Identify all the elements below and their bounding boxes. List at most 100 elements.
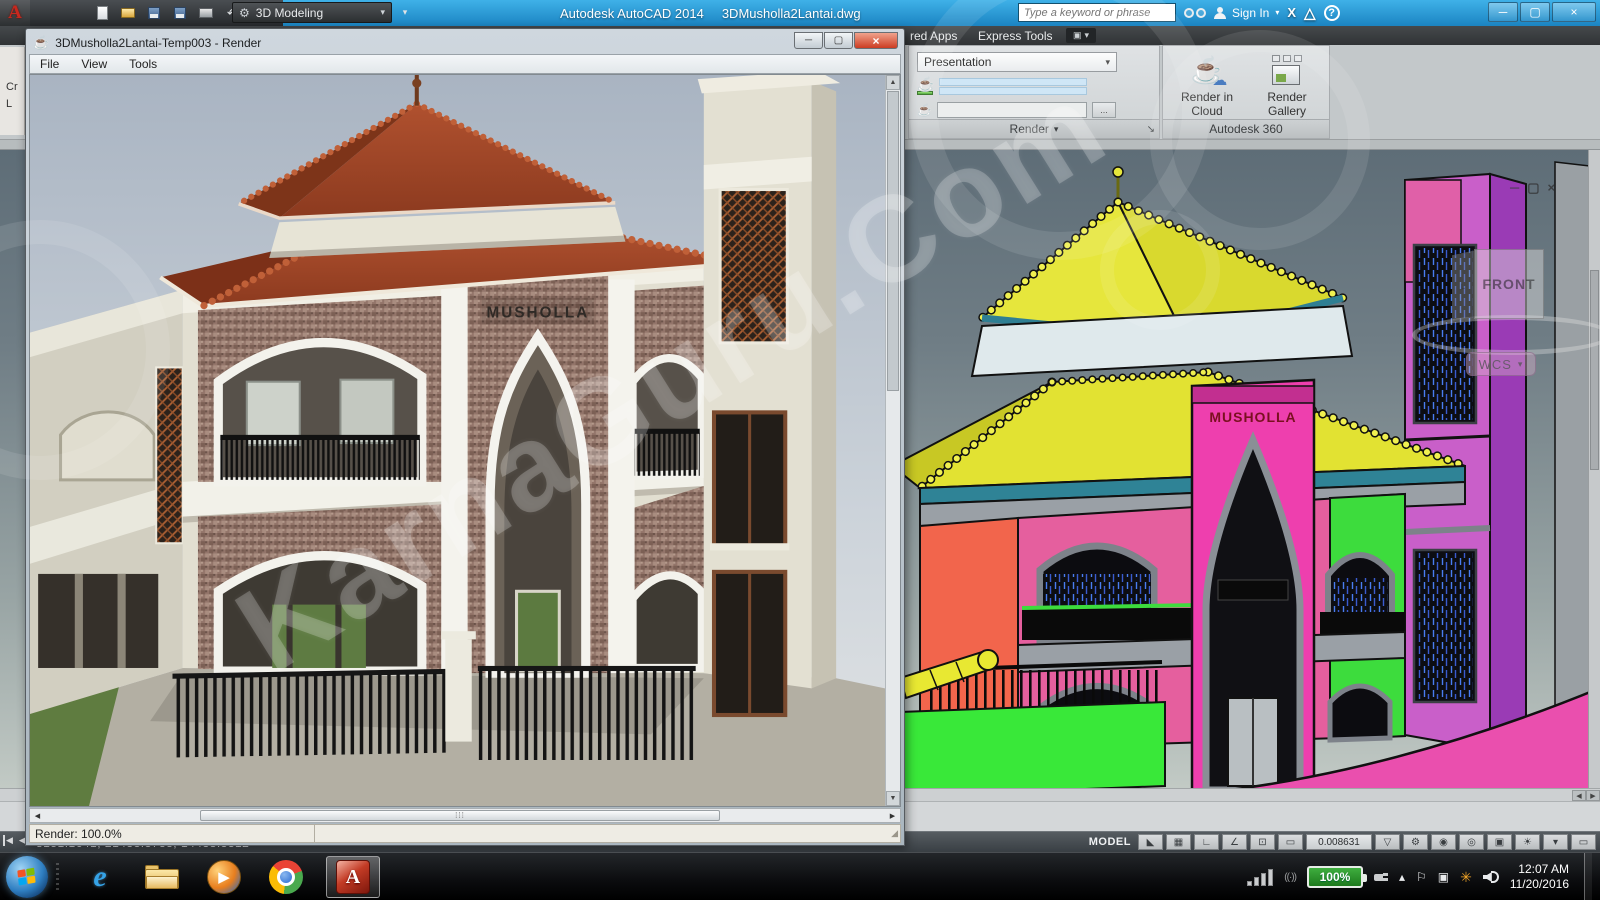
render-vertical-scrollbar[interactable]: ▲ ▼ xyxy=(885,75,900,806)
render-horizontal-scrollbar[interactable]: ◀ ⁞⁞⁞ ▶ xyxy=(29,808,901,823)
render-window[interactable]: ☕ 3DMusholla2Lantai-Temp003 - Render ─ ▢… xyxy=(25,28,905,846)
model-space-button[interactable]: MODEL xyxy=(1089,836,1131,848)
internet-explorer-button[interactable]: e xyxy=(78,856,122,898)
render-right-tower xyxy=(698,75,841,715)
drawing-vertical-scrollbar[interactable] xyxy=(1588,150,1600,788)
autodesk-360-icon[interactable]: △ xyxy=(1304,4,1316,22)
start-button[interactable] xyxy=(6,856,48,898)
render-in-cloud-button[interactable]: ☕☁ Render in Cloud xyxy=(1169,50,1245,120)
render-output-field[interactable] xyxy=(937,102,1087,118)
rv-thumb[interactable] xyxy=(887,91,899,391)
panel-launcher-icon[interactable]: ↘ xyxy=(1147,124,1155,135)
tray-window-icon[interactable]: ▣ xyxy=(1438,870,1449,884)
tab-express-tools[interactable]: Express Tools xyxy=(970,26,1060,45)
render-in-cloud-label: Render in Cloud xyxy=(1172,90,1242,118)
volume-icon[interactable] xyxy=(1483,870,1499,884)
autocad-taskbar-button-active[interactable]: A xyxy=(326,856,380,898)
statusbar-menu-button[interactable]: ▾ xyxy=(1543,834,1568,850)
rh-left-arrow[interactable]: ◀ xyxy=(30,810,45,821)
resize-grip-icon[interactable]: ◢ xyxy=(891,828,900,839)
hardware-accel-button[interactable]: ▣ xyxy=(1487,834,1512,850)
workspace-switching-button[interactable]: ⚙ xyxy=(1403,834,1428,850)
file-explorer-button[interactable] xyxy=(140,856,184,898)
isolate-objects-button[interactable]: ◎ xyxy=(1459,834,1484,850)
drawing-minimize-button[interactable]: ─ xyxy=(1510,180,1519,196)
drawing-restore-button[interactable]: ▢ xyxy=(1527,180,1539,196)
osnap-toggle[interactable]: ⊡ xyxy=(1250,834,1275,850)
viewcube-front-face[interactable]: FRONT xyxy=(1474,249,1544,319)
render-window-titlebar[interactable]: ☕ 3DMusholla2Lantai-Temp003 - Render xyxy=(29,31,901,54)
help-icon[interactable]: ? xyxy=(1324,5,1340,21)
workspace-dropdown[interactable]: ⚙ 3D Modeling ▾ xyxy=(232,2,392,23)
show-hidden-icons-button[interactable]: ▴ xyxy=(1399,870,1405,884)
rv-up-arrow[interactable]: ▲ xyxy=(886,75,900,90)
annotation-monitor-toggle[interactable]: ▭ xyxy=(1278,834,1303,850)
new-file-button[interactable] xyxy=(92,4,112,22)
layout-tab-nav[interactable]: ◀ ◀ xyxy=(3,835,26,846)
render-window-controls: ─ ▢ × xyxy=(794,32,898,49)
drawing-close-button[interactable]: × xyxy=(1548,180,1556,196)
chrome-button[interactable] xyxy=(264,856,308,898)
cleanscreen-button[interactable]: ▭ xyxy=(1571,834,1596,850)
render-gallery-button[interactable]: Render Gallery xyxy=(1249,50,1325,120)
lock-ui-button[interactable]: ◉ xyxy=(1431,834,1456,850)
save-as-button[interactable] xyxy=(170,4,190,22)
plot-button[interactable] xyxy=(196,4,216,22)
tray-update-icon[interactable]: ✳ xyxy=(1460,869,1472,886)
browse-button[interactable]: ... xyxy=(1092,102,1116,118)
viewcube-left-face[interactable]: L xyxy=(1452,251,1474,322)
first-tab-icon[interactable]: ◀ xyxy=(3,835,13,846)
annotation-scale-value[interactable]: 0.008631 xyxy=(1306,834,1372,850)
rh-thumb[interactable]: ⁞⁞⁞ xyxy=(200,810,720,821)
cad-building-sign: MUSHOLLA xyxy=(1209,409,1296,425)
grid-toggle[interactable]: ▦ xyxy=(1166,834,1191,850)
wireless-icon[interactable]: ((·)) xyxy=(1284,872,1296,883)
snap-toggle[interactable]: ◣ xyxy=(1138,834,1163,850)
clock[interactable]: 12:07 AM 11/20/2016 xyxy=(1510,862,1573,892)
autocad-logo-icon: A xyxy=(8,2,22,24)
exchange-apps-icon[interactable]: X xyxy=(1287,5,1296,20)
media-player-button[interactable]: ▶ xyxy=(202,856,246,898)
rh-right-arrow[interactable]: ▶ xyxy=(885,810,900,821)
menu-view[interactable]: View xyxy=(71,55,117,73)
autocad-app-menu-button[interactable]: A xyxy=(0,0,30,26)
network-signal-icon[interactable] xyxy=(1247,868,1273,886)
render-preset-dropdown[interactable]: Presentation ▾ xyxy=(917,52,1117,72)
drawing-vscroll-thumb[interactable] xyxy=(1590,270,1599,470)
battery-indicator[interactable]: 100% xyxy=(1307,866,1363,888)
rv-down-arrow[interactable]: ▼ xyxy=(886,791,900,806)
render-maximize-button[interactable]: ▢ xyxy=(824,32,853,49)
hscroll-right-arrow[interactable]: ▶ xyxy=(1586,790,1600,801)
open-file-button[interactable] xyxy=(118,4,138,22)
close-button[interactable]: × xyxy=(1552,2,1596,22)
workspace-label: 3D Modeling xyxy=(256,6,323,20)
render-minimize-button[interactable]: ─ xyxy=(794,32,823,49)
wcs-dropdown[interactable]: WCS ▾ xyxy=(1466,352,1536,376)
toolbar-options-dropdown[interactable]: ▾ xyxy=(396,2,414,23)
render-close-button[interactable]: × xyxy=(854,32,898,49)
annotation-visibility-toggle[interactable]: ▽ xyxy=(1375,834,1400,850)
binoculars-search-icon[interactable] xyxy=(1184,6,1206,20)
restore-button[interactable]: ▢ xyxy=(1520,2,1550,22)
polar-toggle[interactable]: ∠ xyxy=(1222,834,1247,850)
minimize-button[interactable]: ─ xyxy=(1488,2,1518,22)
ortho-toggle[interactable]: ∟ xyxy=(1194,834,1219,850)
ribbon-display-toggle[interactable]: ▣ ▾ xyxy=(1066,28,1096,43)
action-center-flag-icon[interactable]: ⚐ xyxy=(1416,870,1427,884)
show-desktop-button[interactable] xyxy=(1584,853,1592,900)
tab-featured-apps[interactable]: red Apps xyxy=(902,26,965,45)
save-button[interactable] xyxy=(144,4,164,22)
viewcube[interactable]: L FRONT xyxy=(1452,245,1548,335)
sign-in-button[interactable]: Sign In ▾ xyxy=(1214,6,1279,20)
render-quality-bars[interactable] xyxy=(939,77,1087,96)
search-input[interactable] xyxy=(1018,3,1176,22)
render-panel-footer[interactable]: Render ▾ ↘ xyxy=(909,119,1159,138)
menu-tools[interactable]: Tools xyxy=(119,55,167,73)
hscroll-left-arrow[interactable]: ◀ xyxy=(1572,790,1586,801)
wcs-caret-icon: ▾ xyxy=(1518,359,1524,370)
toggle-caret-icon: ▾ xyxy=(1084,30,1089,41)
app-title: Autodesk AutoCAD 2014 xyxy=(560,6,704,21)
render-window-icon: ☕ xyxy=(33,37,49,49)
menu-file[interactable]: File xyxy=(30,55,69,73)
performance-tuner-button[interactable]: ☀ xyxy=(1515,834,1540,850)
